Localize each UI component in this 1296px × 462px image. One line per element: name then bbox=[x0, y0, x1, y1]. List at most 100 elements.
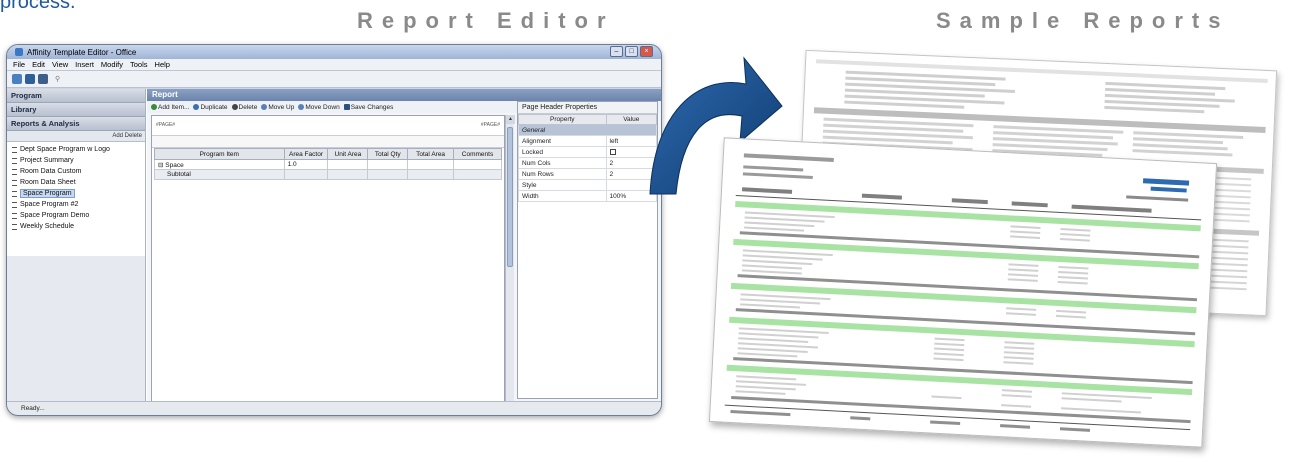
property-name: Num Rows bbox=[518, 168, 607, 180]
report-item[interactable]: Dept Space Program w Logo bbox=[7, 144, 145, 155]
col-program-item[interactable]: Program Item bbox=[154, 148, 285, 160]
property-name: Locked bbox=[518, 146, 607, 158]
cell-comments[interactable] bbox=[453, 169, 502, 180]
report-footer-box[interactable] bbox=[151, 415, 505, 416]
pin-icon[interactable]: ⚲ bbox=[55, 75, 60, 83]
report-item-label: Space Program bbox=[20, 189, 75, 198]
cell-total-qty[interactable] bbox=[367, 169, 409, 180]
header-left-field[interactable]: #PAGE# bbox=[156, 122, 175, 128]
menu-tools[interactable]: Tools bbox=[130, 60, 148, 69]
report-item[interactable]: Weekly Schedule bbox=[7, 221, 145, 232]
new-document-icon[interactable] bbox=[12, 74, 22, 84]
header-spacer-band bbox=[152, 136, 504, 148]
cell-total-qty[interactable] bbox=[367, 159, 409, 170]
report-pane-title: Report bbox=[147, 89, 661, 101]
menu-view[interactable]: View bbox=[52, 60, 68, 69]
report-editor-heading: Report Editor bbox=[357, 8, 615, 33]
canvas-scrollbar[interactable]: ▲ ▼ bbox=[505, 115, 515, 411]
report-item-label: Room Data Sheet bbox=[20, 179, 76, 186]
col-total-area[interactable]: Total Area bbox=[407, 148, 455, 160]
report-layout-canvas[interactable]: #PAGE# #PAGE# Program Item Area Factor U… bbox=[151, 115, 505, 411]
app-icon bbox=[15, 48, 23, 56]
report-item-selected[interactable]: Space Program bbox=[7, 188, 145, 199]
col-area-factor[interactable]: Area Factor bbox=[283, 148, 329, 160]
scroll-up-icon[interactable]: ▲ bbox=[506, 115, 515, 124]
cell-unit-area[interactable] bbox=[327, 159, 369, 170]
save-changes-button[interactable]: Save Changes bbox=[343, 103, 393, 111]
menu-file[interactable]: File bbox=[13, 60, 25, 69]
add-icon bbox=[151, 103, 157, 110]
report-item[interactable]: Room Data Custom bbox=[7, 166, 145, 177]
add-item-button[interactable]: Add Item... bbox=[151, 103, 189, 111]
sidebar-empty-area bbox=[7, 256, 145, 401]
report-item-label: Room Data Custom bbox=[20, 168, 82, 175]
report-icon bbox=[12, 157, 17, 164]
report-item-label: Project Summary bbox=[20, 157, 74, 164]
cell-program-item[interactable]: Subtotal bbox=[154, 169, 285, 180]
move-down-button[interactable]: Move Down bbox=[298, 103, 340, 111]
report-icon bbox=[12, 146, 17, 153]
col-total-qty[interactable]: Total Qty bbox=[367, 148, 409, 160]
intro-text-fragment: process. bbox=[0, 0, 76, 13]
report-icon bbox=[12, 212, 17, 219]
window-titlebar: Affinity Template Editor - Office – □ × bbox=[7, 45, 661, 59]
col-comments[interactable]: Comments bbox=[453, 148, 502, 160]
report-item[interactable]: Project Summary bbox=[7, 155, 145, 166]
move-up-button[interactable]: Move Up bbox=[261, 103, 294, 111]
report-item[interactable]: Space Program #2 bbox=[7, 199, 145, 210]
report-item[interactable]: Room Data Sheet bbox=[7, 177, 145, 188]
property-name: Alignment bbox=[518, 135, 607, 147]
sidebar-section-reports[interactable]: Reports & Analysis bbox=[7, 117, 145, 131]
window-body: Program Library Reports & Analysis Add D… bbox=[7, 89, 661, 411]
report-editor-window: Affinity Template Editor - Office – □ × … bbox=[6, 44, 662, 416]
header-right-field[interactable]: #PAGE# bbox=[481, 122, 500, 128]
open-icon[interactable] bbox=[25, 74, 35, 84]
col-property: Property bbox=[518, 114, 607, 125]
sidebar-section-program[interactable]: Program bbox=[7, 89, 145, 103]
delete-button[interactable]: Delete bbox=[231, 103, 257, 111]
menu-bar: File Edit View Insert Modify Tools Help bbox=[7, 59, 661, 71]
minimize-button[interactable]: – bbox=[610, 46, 623, 57]
program-items-grid: Program Item Area Factor Unit Area Total… bbox=[154, 148, 502, 180]
sidebar-section-library[interactable]: Library bbox=[7, 103, 145, 117]
table-row[interactable]: Subtotal bbox=[154, 169, 502, 180]
arrow-down-icon bbox=[298, 103, 305, 110]
cell-program-item[interactable]: ⊟ Space bbox=[154, 159, 285, 170]
sidebar: Program Library Reports & Analysis Add D… bbox=[7, 89, 146, 401]
delete-icon bbox=[231, 103, 238, 110]
page-header-band[interactable]: #PAGE# #PAGE# bbox=[152, 116, 504, 136]
table-row[interactable]: ⊟ Space 1.0 bbox=[154, 159, 502, 170]
arrow-up-icon bbox=[261, 103, 268, 110]
cell-total-area[interactable] bbox=[407, 169, 455, 180]
report-icon bbox=[12, 179, 17, 186]
menu-help[interactable]: Help bbox=[155, 60, 170, 69]
duplicate-button[interactable]: Duplicate bbox=[193, 103, 228, 111]
cell-area-factor[interactable] bbox=[283, 169, 329, 180]
report-icon bbox=[12, 223, 17, 230]
sidebar-add-delete-buttons[interactable]: Add Delete bbox=[7, 131, 145, 142]
cell-comments[interactable] bbox=[453, 159, 502, 170]
locked-checkbox[interactable] bbox=[609, 148, 616, 155]
main-toolbar: ⚲ bbox=[7, 71, 661, 88]
duplicate-icon bbox=[193, 103, 200, 110]
col-unit-area[interactable]: Unit Area bbox=[327, 148, 369, 160]
menu-insert[interactable]: Insert bbox=[75, 60, 94, 69]
menu-edit[interactable]: Edit bbox=[32, 60, 45, 69]
cell-unit-area[interactable] bbox=[327, 169, 369, 180]
scroll-thumb[interactable] bbox=[507, 127, 513, 267]
window-title: Affinity Template Editor - Office bbox=[27, 47, 137, 57]
save-icon[interactable] bbox=[38, 74, 48, 84]
report-sheet-content bbox=[724, 153, 1202, 432]
cell-area-factor[interactable]: 1.0 bbox=[283, 159, 329, 170]
property-name: Style bbox=[518, 179, 607, 191]
report-pane: Report Add Item... Duplicate Delete Move… bbox=[147, 89, 661, 411]
report-list: Dept Space Program w Logo Project Summar… bbox=[7, 142, 145, 232]
report-item-label: Space Program Demo bbox=[20, 212, 90, 219]
report-icon bbox=[12, 190, 17, 197]
cell-total-area[interactable] bbox=[407, 159, 455, 170]
menu-modify[interactable]: Modify bbox=[101, 60, 123, 69]
property-name: Num Cols bbox=[518, 157, 607, 169]
report-item[interactable]: Space Program Demo bbox=[7, 210, 145, 221]
property-name: Width bbox=[518, 190, 607, 202]
report-item-label: Dept Space Program w Logo bbox=[20, 146, 110, 153]
